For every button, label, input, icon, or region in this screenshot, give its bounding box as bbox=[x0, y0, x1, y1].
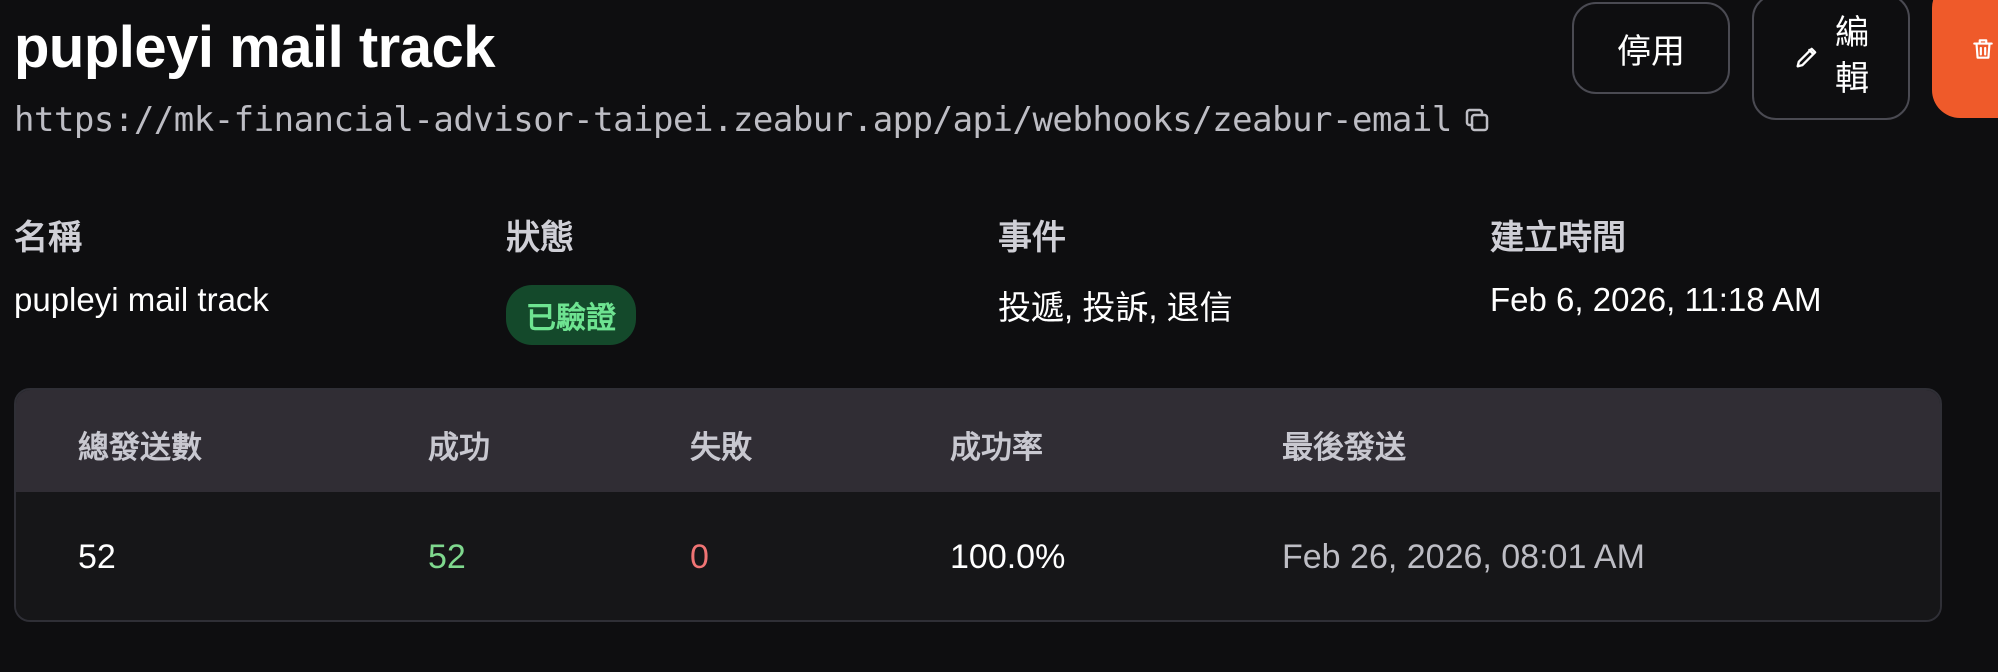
edit-button[interactable]: 編 輯 bbox=[1752, 0, 1910, 120]
meta-name-value: pupleyi mail track bbox=[14, 281, 269, 318]
stats-failed-value: 0 bbox=[690, 538, 709, 576]
meta-name-label: 名稱 bbox=[14, 219, 82, 257]
webhook-url-row: https://mk-financial-advisor-taipei.zeab… bbox=[14, 100, 1492, 140]
trash-icon bbox=[1973, 39, 1993, 59]
stats-header-total: 總發送數 bbox=[78, 430, 202, 465]
meta-created-value: Feb 6, 2026, 11:18 AM bbox=[1490, 281, 1822, 318]
meta-events-label: 事件 bbox=[998, 219, 1066, 257]
stats-header-success-rate: 成功率 bbox=[950, 430, 1043, 465]
meta-created-label: 建立時間 bbox=[1490, 219, 1626, 257]
meta-events-value: 投遞, 投訴, 退信 bbox=[998, 289, 1233, 326]
meta-status: 狀態 已驗證 bbox=[506, 210, 636, 345]
disable-button[interactable]: 停用 bbox=[1572, 2, 1730, 94]
meta-name: 名稱 pupleyi mail track bbox=[14, 210, 269, 319]
meta-created: 建立時間 Feb 6, 2026, 11:18 AM bbox=[1490, 210, 1821, 319]
stats-success-value: 52 bbox=[428, 538, 466, 576]
delivery-stats-table: 總發送數 成功 失敗 成功率 最後發送 52 52 0 100.0% Feb 2… bbox=[14, 388, 1942, 622]
stats-header-row: 總發送數 成功 失敗 成功率 最後發送 bbox=[16, 390, 1940, 492]
meta-events: 事件 投遞, 投訴, 退信 bbox=[998, 210, 1233, 329]
stats-header-last-sent: 最後發送 bbox=[1282, 430, 1406, 465]
edit-label-line1: 編 bbox=[1835, 14, 1869, 53]
stats-total-value: 52 bbox=[78, 538, 116, 576]
stats-success-rate-value: 100.0% bbox=[950, 538, 1066, 576]
pencil-icon bbox=[1796, 47, 1817, 68]
stats-header-success: 成功 bbox=[428, 430, 490, 465]
page-title: pupleyi mail track bbox=[14, 15, 495, 80]
disable-button-label: 停用 bbox=[1617, 32, 1685, 71]
edit-label-line2: 輯 bbox=[1835, 60, 1869, 98]
copy-icon[interactable] bbox=[1462, 105, 1492, 135]
stats-value-row: 52 52 0 100.0% Feb 26, 2026, 08:01 AM bbox=[16, 492, 1940, 620]
delete-button[interactable] bbox=[1932, 0, 1998, 118]
stats-last-sent-value: Feb 26, 2026, 08:01 AM bbox=[1282, 538, 1645, 576]
stats-header-failed: 失敗 bbox=[690, 430, 752, 465]
edit-button-label: 編 輯 bbox=[1835, 11, 1869, 103]
webhook-url: https://mk-financial-advisor-taipei.zeab… bbox=[14, 100, 1452, 140]
meta-status-label: 狀態 bbox=[506, 219, 574, 257]
status-badge: 已驗證 bbox=[506, 285, 636, 345]
